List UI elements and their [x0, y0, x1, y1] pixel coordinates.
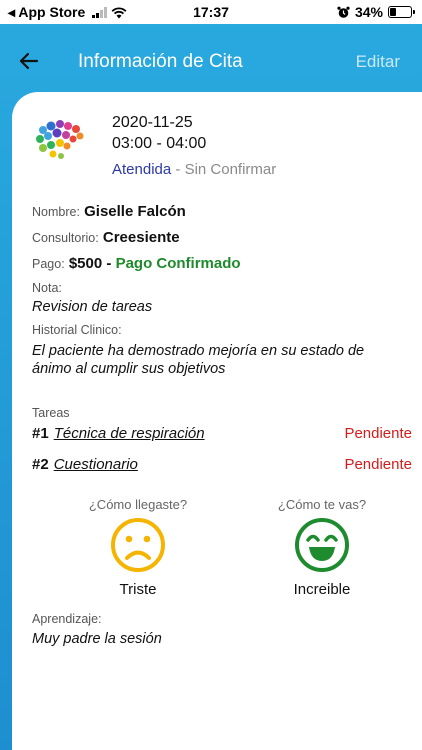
patient-name-row: Nombre: Giselle Falcón	[32, 203, 186, 220]
appointment-card: 2020-11-25 03:00 - 04:00 Atendida - Sin …	[12, 92, 422, 750]
history-line-1: El paciente ha demostrado mejoría en su …	[32, 343, 365, 359]
appointment-status: Atendida - Sin Confirmar	[112, 161, 276, 178]
status-unconfirmed: Sin Confirmar	[184, 161, 277, 178]
alarm-icon	[337, 6, 350, 18]
current-answer: Increible	[293, 581, 351, 598]
history-line-2: ánimo al cumplir sus objetivos	[32, 361, 226, 377]
tasks-label: Tareas	[32, 406, 70, 420]
task-name[interactable]: Cuestionario	[54, 456, 138, 473]
status-bar-right: 34%	[337, 4, 415, 20]
status-attended: Atendida	[112, 161, 172, 178]
name-label: Nombre:	[32, 205, 80, 219]
task-item[interactable]: #1 Técnica de respiración Pendiente	[32, 425, 412, 442]
task-name[interactable]: Técnica de respiración	[54, 425, 205, 442]
battery-icon	[388, 6, 415, 18]
status-bar: ◂ App Store 17:37 34%	[0, 0, 422, 24]
learning-label: Aprendizaje:	[32, 612, 102, 626]
task-number: #1	[32, 425, 49, 442]
clinic-logo-icon	[36, 120, 84, 159]
note-value: Revision de tareas	[32, 299, 153, 315]
payment-amount: $500 -	[68, 255, 112, 272]
battery-percent: 34%	[354, 4, 383, 20]
task-status: Pendiente	[344, 425, 412, 442]
payment-label: Pago:	[32, 257, 65, 271]
office-label: Consultorio:	[32, 231, 99, 245]
note-label: Nota:	[32, 281, 62, 295]
app-header: Información de Cita Editar	[0, 24, 422, 96]
arrival-question: ¿Cómo llegaste?	[88, 497, 188, 512]
history-label: Historial Clinico:	[32, 323, 122, 337]
task-status: Pendiente	[344, 456, 412, 473]
happy-face-icon	[295, 518, 349, 572]
task-number: #2	[32, 456, 49, 473]
edit-button[interactable]: Editar	[356, 52, 400, 72]
office-value: Creesiente	[102, 229, 180, 246]
back-arrow-icon[interactable]	[14, 46, 44, 76]
task-item[interactable]: #2 Cuestionario Pendiente	[32, 456, 412, 473]
status-separator: -	[171, 161, 185, 178]
learning-value: Muy padre la sesión	[32, 631, 162, 647]
office-row: Consultorio: Creesiente	[32, 229, 180, 246]
arrival-answer: Triste	[119, 581, 157, 598]
name-value: Giselle Falcón	[84, 203, 186, 220]
appointment-time: 03:00 - 04:00	[112, 135, 207, 152]
page-title: Información de Cita	[78, 51, 243, 72]
payment-row: Pago: $500 - Pago Confirmado	[32, 255, 241, 272]
current-question: ¿Cómo te vas?	[277, 497, 367, 512]
sad-face-icon	[111, 518, 165, 572]
appointment-date: 2020-11-25	[112, 114, 193, 131]
payment-status: Pago Confirmado	[115, 255, 241, 272]
